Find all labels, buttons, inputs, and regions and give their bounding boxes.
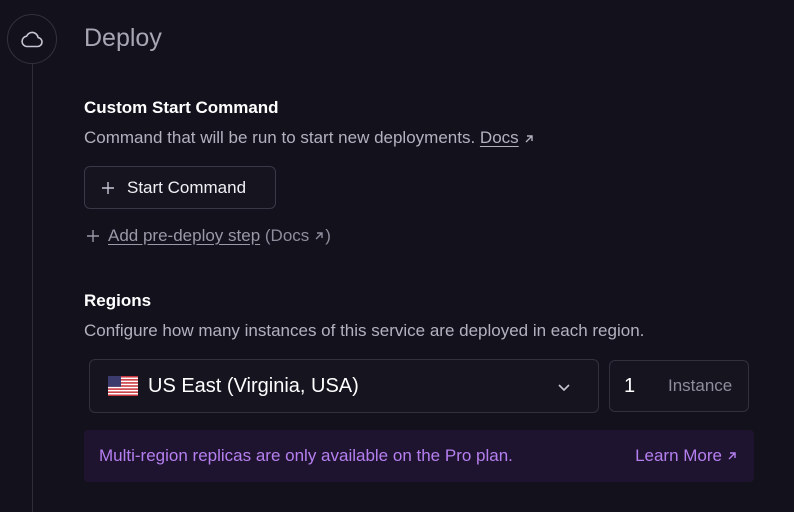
timeline-line: [32, 64, 33, 512]
learn-more-link[interactable]: Learn More: [635, 446, 738, 466]
chevron-down-icon: [558, 384, 570, 392]
deploy-settings-page: Deploy Custom Start Command Command that…: [0, 0, 794, 512]
section-title: Deploy: [84, 24, 162, 52]
plus-icon: [87, 230, 99, 242]
learn-more-label: Learn More: [635, 446, 722, 465]
pre-deploy-row: Add pre-deploy step (Docs): [86, 226, 331, 246]
add-pre-deploy-step-link[interactable]: Add pre-deploy step: [108, 226, 260, 245]
instance-count-value: 1: [624, 374, 636, 397]
docs-link[interactable]: Docs: [480, 128, 519, 147]
regions-description: Configure how many instances of this ser…: [84, 321, 645, 340]
instance-count-input[interactable]: 1 Instance: [609, 360, 749, 412]
start-command-button[interactable]: Start Command: [84, 166, 276, 209]
external-link-icon: [728, 452, 736, 460]
start-command-button-label: Start Command: [127, 177, 247, 197]
instance-unit-label: Instance: [668, 376, 733, 395]
selected-region-label: US East (Virginia, USA): [148, 374, 359, 397]
start-command-description-text: Command that will be run to start new de…: [84, 128, 476, 147]
pre-deploy-docs-label: (Docs: [264, 226, 310, 245]
pro-plan-message: Multi-region replicas are only available…: [99, 446, 513, 465]
external-link-icon: [525, 134, 533, 143]
start-command-description: Command that will be run to start new de…: [84, 128, 535, 148]
pro-plan-banner: Multi-region replicas are only available…: [84, 430, 754, 482]
pre-deploy-docs-suffix: ): [325, 226, 331, 245]
pre-deploy-docs-link[interactable]: (Docs): [265, 226, 331, 246]
start-command-heading: Custom Start Command: [84, 98, 279, 117]
external-link-icon: [315, 232, 323, 240]
us-flag-icon: [108, 376, 138, 396]
cloud-icon: [7, 14, 57, 64]
regions-heading: Regions: [84, 291, 152, 310]
plus-icon: [102, 181, 114, 194]
region-select[interactable]: US East (Virginia, USA): [89, 359, 599, 413]
